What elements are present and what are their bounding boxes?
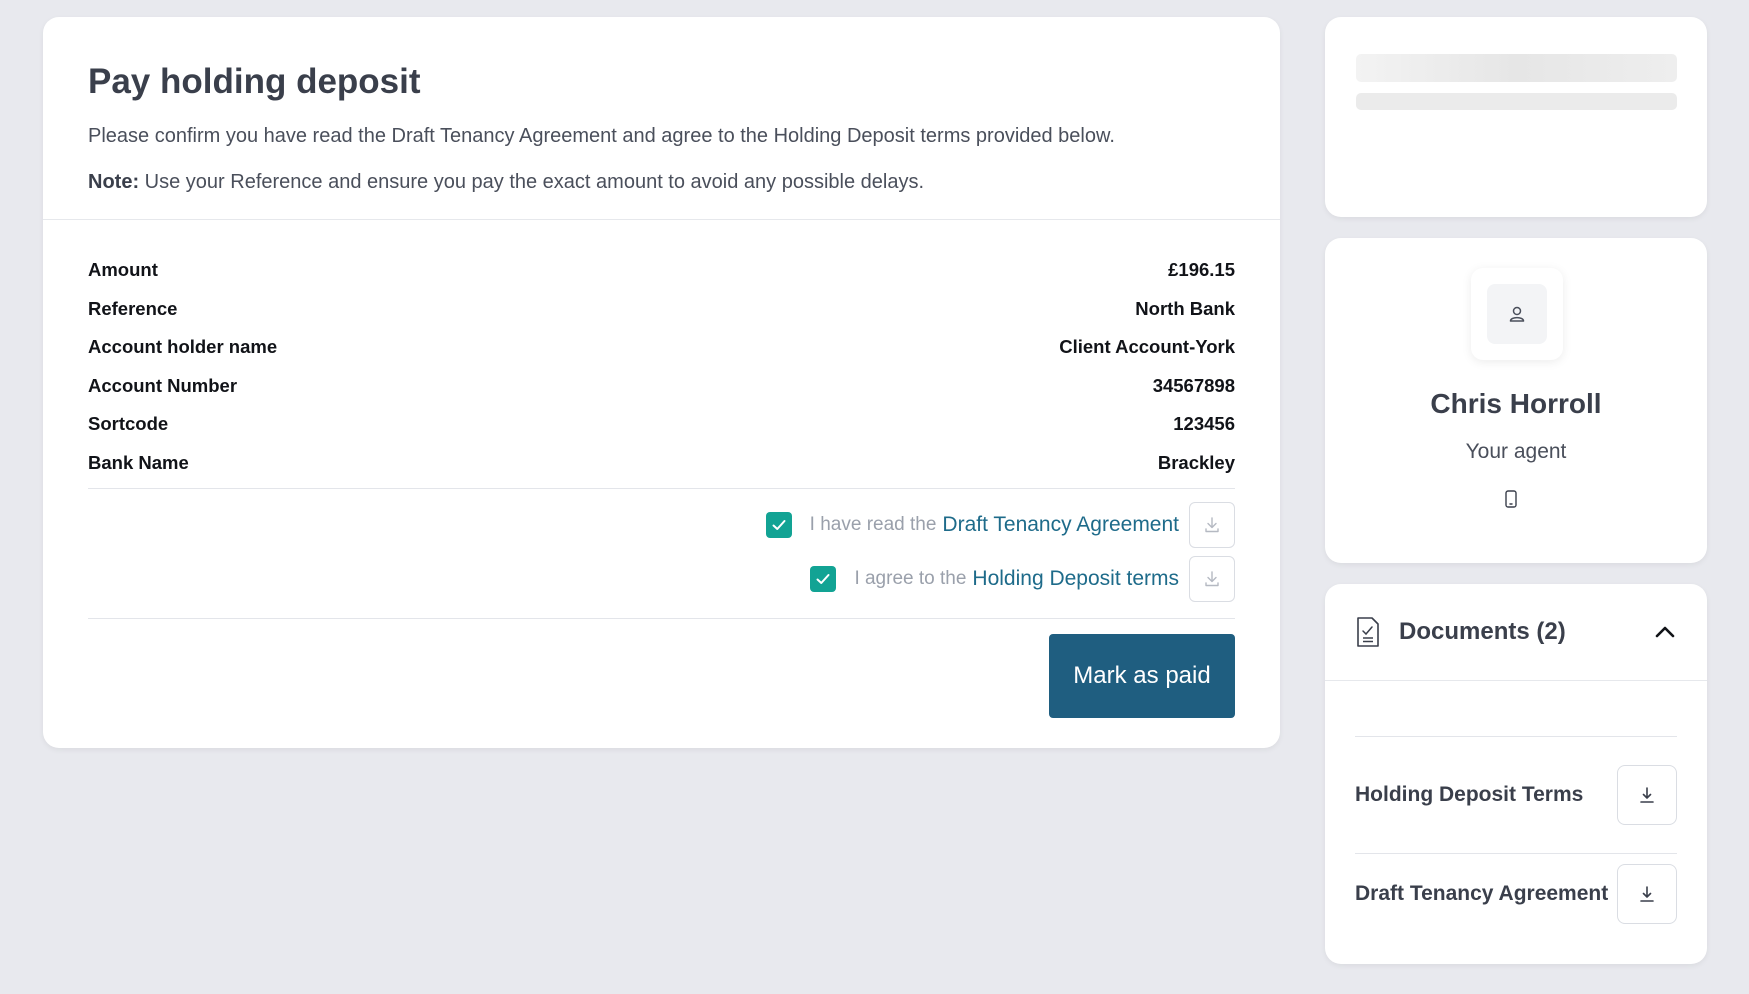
detail-label: Account Number — [88, 374, 238, 396]
intro-text: Please confirm you have read the Draft T… — [88, 125, 1115, 147]
chevron-up-icon[interactable] — [1653, 620, 1677, 644]
detail-label: Reference — [88, 297, 178, 319]
note-label: Note: — [88, 171, 140, 193]
avatar-inner — [1487, 284, 1547, 344]
detail-row-sortcode: Sortcode 123456 — [88, 405, 1235, 444]
agent-name: Chris Horroll — [1430, 388, 1602, 419]
documents-header[interactable]: Documents (2) — [1325, 584, 1707, 681]
download-holding-deposit-button[interactable] — [1189, 556, 1235, 602]
skeleton-line — [1356, 54, 1677, 82]
skeleton-line — [1356, 93, 1677, 110]
mobile-phone-icon[interactable] — [1504, 490, 1518, 513]
note-body: Use your Reference and ensure you pay th… — [139, 171, 925, 193]
agent-card: Chris Horroll Your agent — [1325, 238, 1707, 563]
detail-row-account-number: Account Number 34567898 — [88, 367, 1235, 406]
draft-tenancy-link[interactable]: Draft Tenancy Agreement — [942, 513, 1179, 537]
detail-label: Sortcode — [88, 413, 169, 435]
document-item-draft-tenancy-agreement: Draft Tenancy Agreement — [1355, 864, 1677, 924]
document-item-holding-deposit-terms: Holding Deposit Terms — [1355, 765, 1677, 825]
divider — [88, 618, 1235, 619]
detail-value: Client Account-York — [1059, 336, 1235, 358]
loading-placeholder-card — [1325, 17, 1707, 217]
download-icon — [1640, 886, 1654, 902]
detail-label: Account holder name — [88, 336, 278, 358]
detail-row-amount: Amount £196.15 — [88, 251, 1235, 290]
detail-label: Amount — [88, 259, 158, 281]
detail-value: North Bank — [1135, 297, 1235, 319]
detail-value: 34567898 — [1152, 374, 1235, 396]
detail-row-account-holder: Account holder name Client Account-York — [88, 328, 1235, 367]
mark-as-paid-button[interactable]: Mark as paid — [1049, 634, 1235, 718]
document-label: Holding Deposit Terms — [1355, 783, 1584, 806]
download-icon — [1640, 787, 1654, 803]
draft-tenancy-checkbox[interactable] — [765, 512, 792, 538]
divider — [88, 488, 1235, 489]
documents-card: Documents (2) Holding Deposit Terms Draf… — [1325, 584, 1707, 964]
holding-deposit-checkbox[interactable] — [810, 566, 837, 592]
user-icon — [1509, 306, 1525, 322]
detail-row-reference: Reference North Bank — [88, 290, 1235, 329]
download-button[interactable] — [1617, 765, 1677, 825]
ack-draft-tenancy: I have read the Draft Tenancy Agreement — [765, 502, 1235, 548]
download-button[interactable] — [1617, 864, 1677, 924]
ack-prefix: I agree to the — [854, 568, 967, 589]
divider — [1355, 853, 1677, 854]
download-icon — [1205, 571, 1219, 587]
detail-value: 123456 — [1173, 413, 1235, 435]
pay-holding-deposit-card: Pay holding deposit Please confirm you h… — [43, 17, 1280, 748]
detail-value: Brackley — [1157, 451, 1235, 473]
ack-prefix: I have read the — [809, 514, 937, 535]
avatar — [1471, 268, 1563, 360]
check-icon — [772, 520, 786, 530]
card-header: Pay holding deposit Please confirm you h… — [43, 17, 1280, 220]
payment-details: Amount £196.15 Reference North Bank Acco… — [88, 251, 1235, 482]
divider — [1355, 736, 1677, 737]
document-icon — [1357, 617, 1379, 647]
detail-row-bank-name: Bank Name Brackley — [88, 444, 1235, 483]
agent-role: Your agent — [1465, 440, 1567, 463]
ack-holding-deposit: I agree to the Holding Deposit terms — [810, 556, 1235, 602]
documents-title: Documents (2) — [1399, 618, 1566, 645]
holding-deposit-terms-link[interactable]: Holding Deposit terms — [972, 567, 1179, 591]
page-title: Pay holding deposit — [88, 62, 421, 101]
detail-label: Bank Name — [88, 451, 189, 473]
detail-value: £196.15 — [1168, 259, 1235, 281]
download-icon — [1205, 517, 1219, 533]
check-icon — [816, 574, 830, 584]
document-label: Draft Tenancy Agreement — [1355, 882, 1609, 905]
download-draft-tenancy-button[interactable] — [1189, 502, 1235, 548]
note-text: Note: Use your Reference and ensure you … — [88, 171, 1235, 194]
